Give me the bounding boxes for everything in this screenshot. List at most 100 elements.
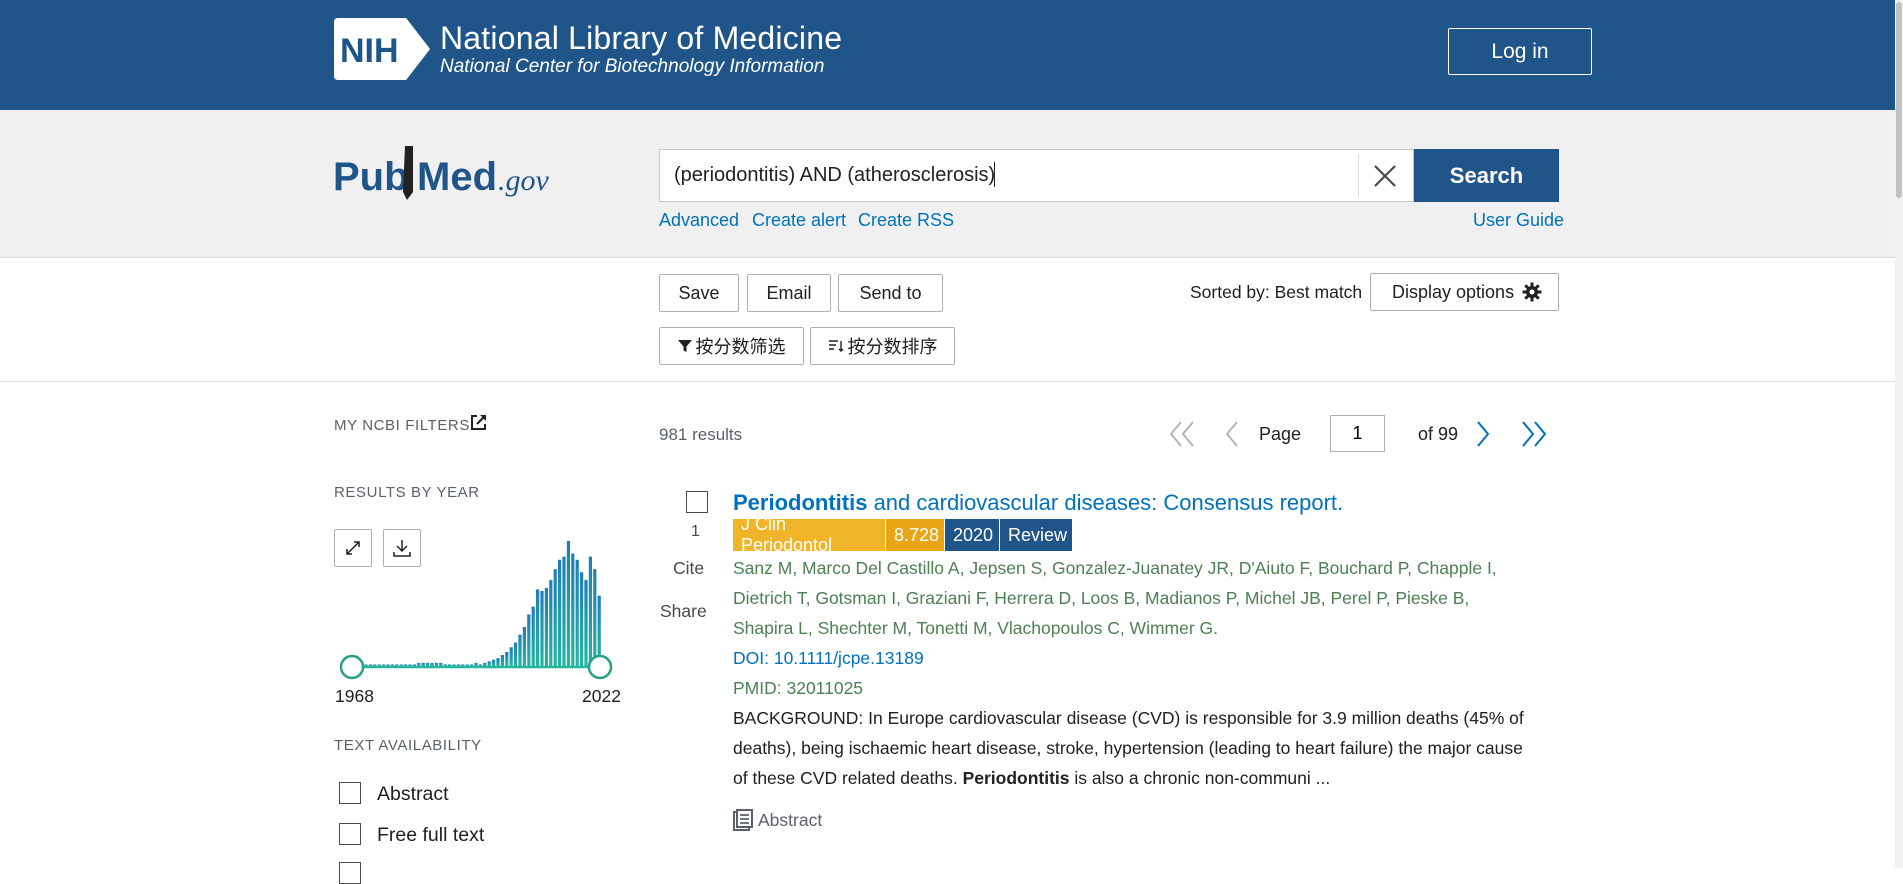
result-number: 1 bbox=[691, 523, 700, 540]
my-ncbi-filters-heading[interactable]: MY NCBI FILTERS bbox=[334, 417, 470, 434]
abstract-toggle[interactable]: Abstract bbox=[733, 809, 822, 831]
histogram-bar[interactable] bbox=[509, 647, 513, 666]
results-count: 981 results bbox=[659, 425, 743, 444]
display-options-button[interactable]: Display options bbox=[1370, 273, 1559, 311]
external-link-icon[interactable] bbox=[470, 414, 487, 431]
histogram-bar[interactable] bbox=[417, 662, 421, 667]
year-badge: 2020 bbox=[945, 519, 999, 551]
nih-logo[interactable]: NIH bbox=[334, 18, 430, 80]
histogram-bar[interactable] bbox=[474, 662, 478, 667]
histogram-bar[interactable] bbox=[434, 662, 438, 667]
histogram-bar[interactable] bbox=[439, 662, 443, 667]
sort-by-score-button[interactable]: 按分数排序 bbox=[810, 327, 955, 365]
save-button[interactable]: Save bbox=[659, 274, 739, 312]
histogram-bar[interactable] bbox=[518, 634, 522, 666]
text-availability-heading: TEXT AVAILABILITY bbox=[334, 737, 482, 754]
nlm-title[interactable]: National Library of Medicine bbox=[440, 20, 842, 57]
histogram-bar[interactable] bbox=[426, 662, 430, 667]
share-button[interactable]: Share bbox=[660, 601, 707, 622]
login-button[interactable]: Log in bbox=[1448, 28, 1592, 75]
full-text-filter-checkbox[interactable] bbox=[339, 862, 361, 884]
abstract-filter-checkbox[interactable] bbox=[339, 782, 361, 804]
free-full-text-filter-checkbox[interactable] bbox=[339, 823, 361, 845]
scrollbar-thumb[interactable] bbox=[1896, 2, 1902, 198]
abstract-filter-label[interactable]: Abstract bbox=[377, 783, 449, 806]
histogram-bar[interactable] bbox=[536, 589, 540, 666]
histogram-bar[interactable] bbox=[492, 659, 496, 666]
article-pmid: PMID: 32011025 bbox=[733, 678, 864, 698]
histogram-bar[interactable] bbox=[496, 658, 500, 666]
histogram-bar[interactable] bbox=[549, 580, 553, 666]
snippet-highlight: Periodontitis bbox=[962, 768, 1070, 788]
free-full-text-filter-label[interactable]: Free full text bbox=[377, 824, 484, 847]
first-page-icon[interactable] bbox=[1168, 419, 1196, 449]
display-options-label: Display options bbox=[1392, 281, 1515, 302]
article-doi[interactable]: DOI: 10.1111/jcpe.13189 bbox=[733, 643, 924, 673]
advanced-link[interactable]: Advanced bbox=[659, 210, 739, 231]
create-alert-link[interactable]: Create alert bbox=[752, 210, 846, 231]
email-button[interactable]: Email bbox=[747, 274, 831, 312]
pubmed-logo-pub: Pub bbox=[333, 155, 409, 199]
histogram-bar[interactable] bbox=[421, 662, 425, 667]
histogram-bar[interactable] bbox=[593, 569, 597, 667]
results-by-year-heading: RESULTS BY YEAR bbox=[334, 484, 480, 501]
pubmed-logo[interactable]: Pub Med .gov bbox=[333, 140, 563, 212]
create-rss-link[interactable]: Create RSS bbox=[858, 210, 954, 231]
filter-icon bbox=[677, 340, 692, 352]
histogram-bar[interactable] bbox=[580, 572, 584, 666]
last-page-icon[interactable] bbox=[1520, 419, 1548, 449]
gear-icon bbox=[1522, 282, 1542, 302]
histogram-bar[interactable] bbox=[588, 556, 592, 667]
text-caret bbox=[994, 162, 995, 187]
sort-by-score-label: 按分数排序 bbox=[847, 337, 938, 357]
snippet-after: is also a chronic non-communi ... bbox=[1069, 768, 1331, 788]
histogram-bar[interactable] bbox=[584, 580, 588, 666]
nlm-subtitle: National Center for Biotechnology Inform… bbox=[440, 56, 825, 77]
result-select-checkbox[interactable] bbox=[686, 491, 708, 513]
impact-factor-badge: 8.728 bbox=[886, 519, 944, 551]
histogram-bar[interactable] bbox=[505, 651, 509, 666]
clear-icon[interactable] bbox=[1370, 160, 1400, 192]
article-title-link[interactable]: Periodontitis and cardiovascular disease… bbox=[733, 490, 1343, 516]
search-button[interactable]: Search bbox=[1414, 149, 1559, 202]
histogram-bar[interactable] bbox=[487, 661, 491, 666]
histogram-bar[interactable] bbox=[571, 553, 575, 667]
page-number-input[interactable] bbox=[1330, 415, 1385, 452]
title-rest: and cardiovascular diseases: Consensus r… bbox=[867, 490, 1344, 515]
histogram-bar[interactable] bbox=[483, 662, 487, 667]
histogram-bar[interactable] bbox=[514, 642, 518, 666]
year-end-handle[interactable] bbox=[587, 654, 613, 680]
histogram-bar[interactable] bbox=[527, 614, 531, 666]
user-guide-link[interactable]: User Guide bbox=[1473, 210, 1564, 231]
histogram-bar[interactable] bbox=[562, 556, 566, 667]
year-start-label: 1968 bbox=[335, 686, 374, 706]
toolbar-divider bbox=[0, 381, 1895, 382]
pubmed-logo-gov: .gov bbox=[498, 164, 550, 197]
sort-icon bbox=[828, 340, 843, 352]
histogram-bar[interactable] bbox=[566, 541, 570, 666]
sorted-by-label: Sorted by: Best match bbox=[1190, 282, 1363, 302]
year-start-handle[interactable] bbox=[339, 654, 365, 680]
results-by-year-histogram[interactable] bbox=[334, 525, 624, 685]
histogram-bar[interactable] bbox=[430, 662, 434, 667]
total-pages-label: of 99 bbox=[1418, 424, 1459, 444]
histogram-bar[interactable] bbox=[575, 559, 579, 666]
histogram-bar[interactable] bbox=[522, 626, 526, 666]
histogram-bar[interactable] bbox=[500, 655, 504, 666]
title-highlight: Periodontitis bbox=[733, 490, 868, 515]
previous-page-icon[interactable] bbox=[1223, 419, 1241, 449]
journal-badge: J Clin Periodontol bbox=[733, 514, 885, 555]
abstract-toggle-label: Abstract bbox=[758, 809, 823, 830]
next-page-icon[interactable] bbox=[1474, 419, 1492, 449]
document-icon bbox=[733, 809, 753, 831]
search-query-text[interactable]: (periodontitis) AND (atherosclerosis) bbox=[674, 164, 995, 187]
histogram-bar[interactable] bbox=[558, 559, 562, 666]
histogram-bar[interactable] bbox=[540, 591, 544, 666]
histogram-bar[interactable] bbox=[544, 587, 548, 667]
histogram-bar[interactable] bbox=[553, 569, 557, 667]
histogram-bar[interactable] bbox=[531, 606, 535, 667]
nih-logo-text: NIH bbox=[340, 32, 399, 70]
cite-button[interactable]: Cite bbox=[673, 558, 704, 579]
filter-by-score-button[interactable]: 按分数筛选 bbox=[659, 327, 804, 365]
send-to-button[interactable]: Send to bbox=[838, 274, 943, 312]
